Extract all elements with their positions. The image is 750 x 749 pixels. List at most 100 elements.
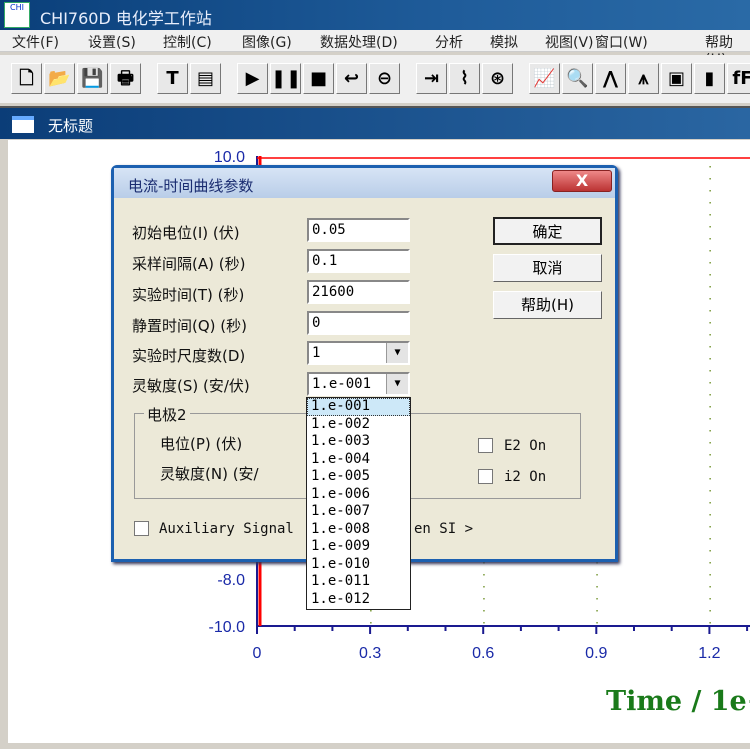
menu-item[interactable]: 窗口(W) <box>595 32 648 52</box>
font-icon: fF <box>732 68 750 89</box>
grid-dot <box>709 502 711 504</box>
scale-select[interactable]: 1 ▼ <box>307 341 410 365</box>
run-button[interactable]: ▶ <box>237 63 268 94</box>
dropdown-option[interactable]: 1.e-003 <box>307 433 410 451</box>
font-button[interactable]: fF <box>727 63 750 94</box>
i2-on-checkbox[interactable] <box>478 469 493 484</box>
scale-label: 实验时尺度数(D) <box>132 347 246 365</box>
grid-dot <box>709 442 711 444</box>
grid-dot <box>709 550 711 552</box>
color-button[interactable]: ▮ <box>694 63 725 94</box>
dropdown-option[interactable]: 1.e-006 <box>307 486 410 504</box>
menu-item[interactable]: 视图(V) <box>545 32 594 52</box>
sensitivity-dropdown-list[interactable]: 1.e-001 1.e-002 1.e-003 1.e-004 1.e-005 1.e-0… <box>306 397 411 610</box>
grid-dot <box>709 322 711 324</box>
grid-dot <box>709 430 711 432</box>
dropdown-option[interactable]: 1.e-001 <box>307 398 410 416</box>
ok-button[interactable]: 确定 <box>493 217 602 245</box>
peak-width-button[interactable]: ⩚ <box>628 63 659 94</box>
dialog-title-bar: 电流-时间曲线参数 X <box>114 168 615 198</box>
dropdown-option[interactable]: 1.e-012 <box>307 591 410 609</box>
menu-item[interactable]: 设置(S) <box>88 32 136 52</box>
grid-dot <box>483 586 485 588</box>
menu-item[interactable]: 数据处理(D) <box>320 32 398 52</box>
chevron-down-icon[interactable]: ▼ <box>386 343 408 363</box>
menu-item[interactable]: 控制(C) <box>163 32 212 52</box>
x-tick-label: 0.6 <box>472 645 494 662</box>
graph-button[interactable]: 📈 <box>529 63 560 94</box>
parameters-button[interactable]: ▤ <box>190 63 221 94</box>
dropdown-option[interactable]: 1.e-010 <box>307 556 410 574</box>
filter-button[interactable]: ⊖ <box>369 63 400 94</box>
grid-dot <box>596 598 598 600</box>
grid-dot <box>709 598 711 600</box>
field-input[interactable]: 0 <box>307 311 410 335</box>
grid-dot <box>596 562 598 564</box>
new-file-button[interactable]: 🗋 <box>11 63 42 94</box>
graph-icon: 📈 <box>533 68 556 89</box>
grid-dot <box>709 166 711 168</box>
sensitivity-select[interactable]: 1.e-001 ▼ <box>307 372 410 396</box>
chevron-down-icon[interactable]: ▼ <box>386 374 408 394</box>
grid-dot <box>596 622 598 624</box>
field-input[interactable]: 0.1 <box>307 249 410 273</box>
grid-dot <box>709 346 711 348</box>
grid-dot <box>709 490 711 492</box>
dropdown-option[interactable]: 1.e-004 <box>307 451 410 469</box>
save-button[interactable]: 💾 <box>77 63 108 94</box>
cell-control-button[interactable]: ⇥ <box>416 63 447 94</box>
dropdown-option[interactable]: 1.e-005 <box>307 468 410 486</box>
grid-dot <box>370 610 372 612</box>
sensitivity-value: 1.e-001 <box>312 376 372 392</box>
grid-dot <box>709 454 711 456</box>
cancel-button[interactable]: 取消 <box>493 254 602 282</box>
dialog-title: 电流-时间曲线参数 <box>128 177 254 195</box>
menu-item[interactable]: 文件(F) <box>12 32 59 52</box>
menu-item[interactable]: 模拟 <box>490 32 518 52</box>
grid-dot <box>709 238 711 240</box>
document-title: 无标题 <box>48 117 94 135</box>
stop-button[interactable]: ■ <box>303 63 334 94</box>
menu-bar: 文件(F) 设置(S) 控制(C) 图像(G) 数据处理(D) 分析 模拟 视图(V) 窗口(W… <box>0 30 750 68</box>
grid-dot <box>709 274 711 276</box>
resistor-button[interactable]: ⌇ <box>449 63 480 94</box>
menu-item[interactable]: 分析 <box>435 32 463 52</box>
dropdown-option[interactable]: 1.e-008 <box>307 521 410 539</box>
auxiliary-signal-checkbox[interactable] <box>134 521 149 536</box>
grid-dot <box>370 622 372 624</box>
zoom-button[interactable]: 🔍 <box>562 63 593 94</box>
close-button[interactable]: X <box>552 170 612 192</box>
sensitivity-label: 灵敏度(S) (安/伏) <box>132 377 250 395</box>
dropdown-option[interactable]: 1.e-009 <box>307 538 410 556</box>
grid-dot <box>483 562 485 564</box>
e2-on-label: E2 On <box>504 438 547 454</box>
pause-icon: ❚❚ <box>271 68 302 89</box>
rotating-electrode-button[interactable]: ⊛ <box>482 63 513 94</box>
open-folder-button[interactable]: 📂 <box>44 63 75 94</box>
help-button[interactable]: 帮助(H) <box>493 291 602 319</box>
menu-item[interactable]: 图像(G) <box>242 32 292 52</box>
y-tick-label: 10.0 <box>214 149 245 166</box>
x-axis-title: Time / 1e+ <box>606 686 750 717</box>
resistor-icon: ⌇ <box>460 68 469 89</box>
pause-button[interactable]: ❚❚ <box>270 63 301 94</box>
grid-dot <box>709 226 711 228</box>
grid-dot <box>709 202 711 204</box>
device-button[interactable]: ▣ <box>661 63 692 94</box>
sensitivity-si-label[interactable]: en SI > <box>414 521 473 537</box>
dropdown-option[interactable]: 1.e-002 <box>307 416 410 434</box>
text-button[interactable]: T <box>157 63 188 94</box>
grid-dot <box>483 622 485 624</box>
peak-button[interactable]: ⋀ <box>595 63 626 94</box>
grid-dot <box>709 298 711 300</box>
field-input[interactable]: 21600 <box>307 280 410 304</box>
reverse-button[interactable]: ↩ <box>336 63 367 94</box>
field-input[interactable]: 0.05 <box>307 218 410 242</box>
grid-dot <box>709 574 711 576</box>
print-button[interactable]: 🖶 <box>110 63 141 94</box>
dropdown-option[interactable]: 1.e-011 <box>307 573 410 591</box>
text-icon: T <box>166 68 179 89</box>
dropdown-option[interactable]: 1.e-007 <box>307 503 410 521</box>
e2-on-checkbox[interactable] <box>478 438 493 453</box>
document-title-bar: 无标题 <box>0 106 750 139</box>
